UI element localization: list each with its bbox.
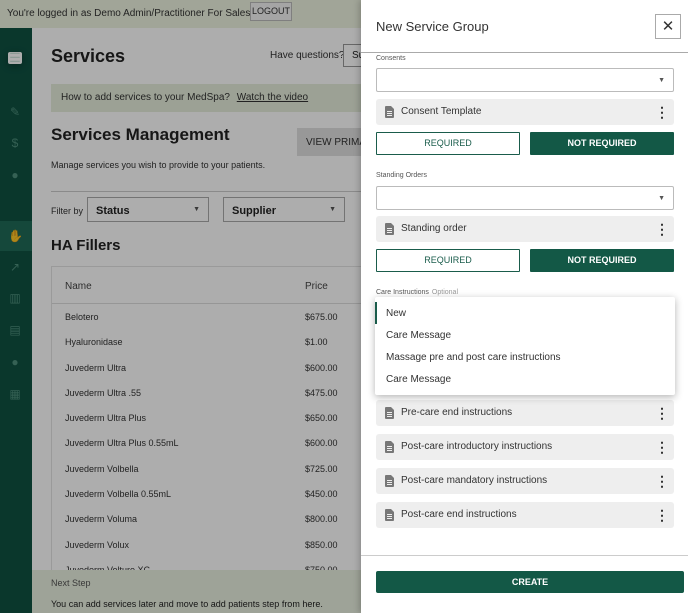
consents-select[interactable]: ▼ <box>376 68 674 92</box>
document-icon <box>385 407 394 419</box>
standing-order-not-required-button[interactable]: NOT REQUIRED <box>530 249 674 272</box>
chevron-down-icon: ▼ <box>658 195 665 202</box>
chevron-down-icon: ▼ <box>658 77 665 84</box>
document-icon <box>385 475 394 487</box>
create-button[interactable]: CREATE <box>376 571 684 593</box>
menu-option[interactable]: Massage pre and post care instructions <box>386 352 561 363</box>
standing-order-item-label: Standing order <box>401 223 467 234</box>
consents-label: Consents <box>376 55 406 62</box>
standing-order-item: Standing order ⋮ <box>376 216 674 242</box>
optional-tag: Optional <box>431 289 458 296</box>
consent-item: Consent Template ⋮ <box>376 99 674 125</box>
consent-item-label: Consent Template <box>401 106 482 117</box>
consent-not-required-button[interactable]: NOT REQUIRED <box>530 132 674 155</box>
footer-divider <box>361 555 688 556</box>
care-instructions-label: Care Instructions Optional <box>376 289 458 296</box>
more-options-icon[interactable]: ⋮ <box>655 507 669 523</box>
more-options-icon[interactable]: ⋮ <box>655 473 669 489</box>
care-instruction-label: Post-care introductory instructions <box>401 441 553 452</box>
care-instruction-label: Post-care mandatory instructions <box>401 475 548 486</box>
consent-required-button[interactable]: REQUIRED <box>376 132 520 155</box>
menu-option[interactable]: Care Message <box>386 330 451 341</box>
dialog-title: New Service Group <box>376 19 489 34</box>
more-options-icon[interactable]: ⋮ <box>655 221 669 237</box>
standing-order-required-button[interactable]: REQUIRED <box>376 249 520 272</box>
care-instruction-label: Post-care end instructions <box>401 509 517 520</box>
header-divider <box>361 52 688 53</box>
care-instruction-item: Post-care end instructions ⋮ <box>376 502 674 528</box>
care-instruction-item: Post-care mandatory instructions ⋮ <box>376 468 674 494</box>
menu-focus-indicator <box>375 302 377 324</box>
standing-orders-select[interactable]: ▼ <box>376 186 674 210</box>
document-icon <box>385 223 394 235</box>
close-icon[interactable]: ✕ <box>655 14 681 39</box>
more-options-icon[interactable]: ⋮ <box>655 104 669 120</box>
care-instruction-item: Post-care introductory instructions ⋮ <box>376 434 674 460</box>
new-service-group-dialog: New Service Group ✕ Consents ▼ Consent T… <box>361 0 688 613</box>
more-options-icon[interactable]: ⋮ <box>655 439 669 455</box>
document-icon <box>385 509 394 521</box>
care-instruction-item: Pre-care end instructions ⋮ <box>376 400 674 426</box>
menu-option-new[interactable]: New <box>386 308 406 319</box>
menu-option[interactable]: Care Message <box>386 374 451 385</box>
care-instructions-menu: New Care Message Massage pre and post ca… <box>375 297 675 395</box>
more-options-icon[interactable]: ⋮ <box>655 405 669 421</box>
care-instructions-label-text: Care Instructions <box>376 289 429 296</box>
document-icon <box>385 441 394 453</box>
standing-orders-label: Standing Orders <box>376 172 427 179</box>
document-icon <box>385 106 394 118</box>
care-instruction-label: Pre-care end instructions <box>401 407 513 418</box>
